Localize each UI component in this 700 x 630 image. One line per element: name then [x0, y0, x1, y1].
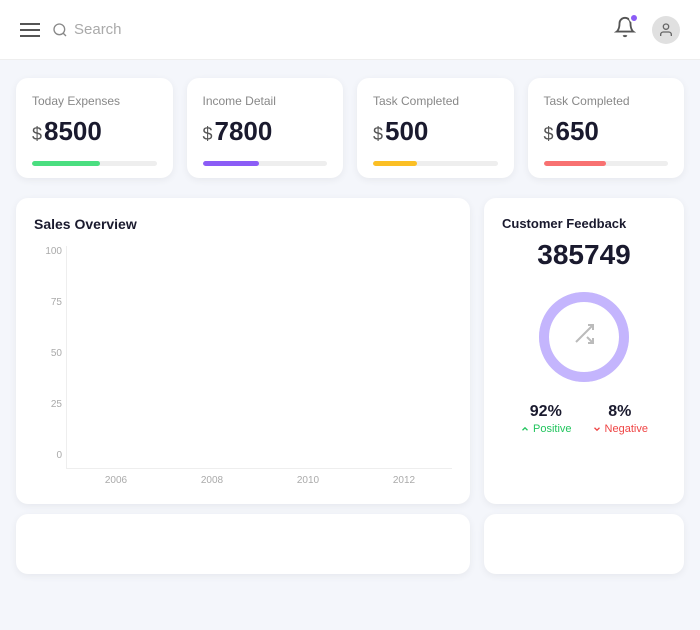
progress-fill-1	[203, 161, 259, 166]
progress-fill-3	[544, 161, 606, 166]
donut-chart	[534, 287, 634, 387]
y-label-25: 25	[34, 399, 62, 410]
x-label-2008: 2008	[164, 475, 260, 486]
bottom-card-right	[484, 514, 684, 574]
card-value-2: $ 500	[373, 116, 498, 147]
shuffle-icon	[572, 322, 596, 352]
feedback-stats: 92% Positive 8% Negative	[502, 403, 666, 435]
user-icon	[658, 22, 674, 38]
header-right	[614, 16, 680, 44]
progress-bar-2	[373, 161, 498, 166]
progress-bar-1	[203, 161, 328, 166]
positive-pct: 92%	[530, 403, 562, 421]
feedback-title: Customer Feedback	[502, 216, 626, 231]
currency-3: $	[544, 124, 554, 145]
card-value-1: $ 7800	[203, 116, 328, 147]
progress-bar-0	[32, 161, 157, 166]
header-left: Search	[20, 19, 598, 41]
chart-body: 2006 2008 2010 2012	[66, 246, 452, 486]
card-value-0: $ 8500	[32, 116, 157, 147]
search-label: Search	[74, 21, 122, 38]
arrow-down-icon	[592, 424, 602, 434]
stat-negative: 8% Negative	[592, 403, 648, 435]
card-label-1: Income Detail	[203, 94, 328, 108]
search-area[interactable]: Search	[52, 21, 122, 38]
y-axis-labels: 100 75 50 25 0	[34, 246, 62, 461]
card-value-3: $ 650	[544, 116, 669, 147]
currency-2: $	[373, 124, 383, 145]
search-icon	[52, 22, 68, 38]
arrow-up-icon	[520, 424, 530, 434]
bars-container	[66, 246, 452, 469]
chart-area: 100 75 50 25 0	[34, 246, 452, 486]
currency-0: $	[32, 124, 42, 145]
x-label-2006: 2006	[68, 475, 164, 486]
cards-row: Today Expenses $ 8500 Income Detail $ 78…	[0, 60, 700, 188]
negative-label: Negative	[592, 423, 648, 435]
x-axis-labels: 2006 2008 2010 2012	[68, 469, 452, 486]
amount-2: 500	[385, 116, 428, 147]
customer-feedback-card: Customer Feedback 385749 92% Positive	[484, 198, 684, 504]
sales-title: Sales Overview	[34, 216, 452, 232]
bottom-card-left	[16, 514, 470, 574]
card-today-expenses: Today Expenses $ 8500	[16, 78, 173, 178]
user-avatar[interactable]	[652, 16, 680, 44]
notification-icon[interactable]	[614, 16, 636, 43]
stat-positive: 92% Positive	[520, 403, 572, 435]
amount-1: 7800	[215, 116, 273, 147]
progress-fill-0	[32, 161, 100, 166]
y-label-100: 100	[34, 246, 62, 257]
header: Search	[0, 0, 700, 60]
currency-1: $	[203, 124, 213, 145]
feedback-number: 385749	[537, 239, 630, 271]
sales-overview-card: Sales Overview 100 75 50 25 0	[16, 198, 470, 504]
y-label-50: 50	[34, 348, 62, 359]
x-label-2012: 2012	[356, 475, 452, 486]
negative-pct: 8%	[608, 403, 631, 421]
notification-dot	[629, 13, 639, 23]
amount-3: 650	[556, 116, 599, 147]
hamburger-icon[interactable]	[20, 19, 40, 41]
card-task-completed-1: Task Completed $ 500	[357, 78, 514, 178]
card-income-detail: Income Detail $ 7800	[187, 78, 344, 178]
positive-label: Positive	[520, 423, 572, 435]
bottom-row	[0, 514, 700, 584]
x-label-2010: 2010	[260, 475, 356, 486]
card-label-2: Task Completed	[373, 94, 498, 108]
progress-fill-2	[373, 161, 417, 166]
main-content: Sales Overview 100 75 50 25 0	[0, 188, 700, 514]
card-task-completed-2: Task Completed $ 650	[528, 78, 685, 178]
amount-0: 8500	[44, 116, 102, 147]
card-label-3: Task Completed	[544, 94, 669, 108]
y-label-75: 75	[34, 297, 62, 308]
progress-bar-3	[544, 161, 669, 166]
y-label-0: 0	[34, 450, 62, 461]
card-label-0: Today Expenses	[32, 94, 157, 108]
